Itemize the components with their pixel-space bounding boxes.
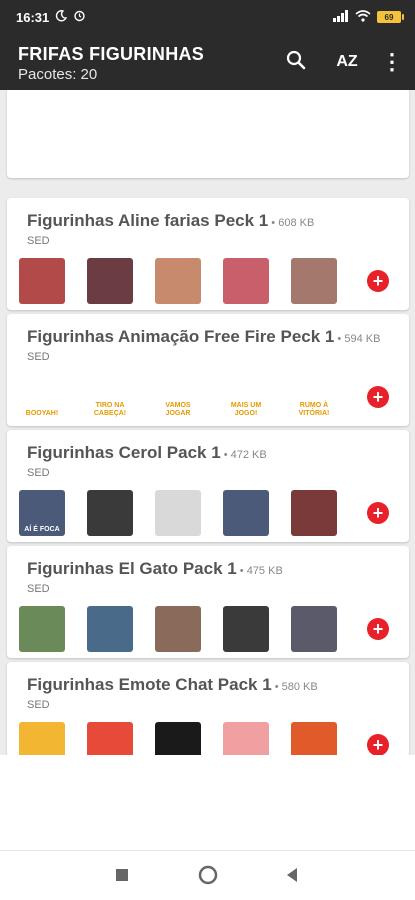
home-button[interactable]	[194, 863, 222, 891]
pack-author: SED	[27, 235, 50, 247]
sticker-preview-row: AÍ É FOCA	[19, 490, 359, 536]
pack-count: Pacotes: 20	[18, 66, 98, 83]
pack-size: • 608 KB	[268, 217, 315, 229]
sticker-thumbnail[interactable]	[155, 606, 201, 652]
sticker-thumbnail[interactable]	[87, 606, 133, 652]
sticker-thumbnail[interactable]: RUMO À VITÓRIA!	[291, 374, 337, 420]
alarm-icon	[73, 9, 86, 25]
wifi-icon	[355, 9, 371, 25]
sticker-thumbnail[interactable]	[291, 490, 337, 536]
sticker-caption: MAIS UM JOGO!	[230, 402, 262, 417]
sticker-thumbnail[interactable]	[291, 606, 337, 652]
back-button[interactable]	[278, 863, 306, 891]
sort-az-button[interactable]: AZ	[329, 44, 365, 80]
sticker-preview-row	[19, 722, 359, 755]
search-icon	[286, 50, 306, 75]
pack-size: • 594 KB	[334, 333, 381, 345]
sticker-pack-card[interactable]: Figurinhas Aline farias Peck 1 • 608 KB S…	[7, 198, 409, 310]
sticker-pack-card[interactable]: Figurinhas Cerol Pack 1 • 472 KB SED AÍ É …	[7, 430, 409, 542]
sticker-thumbnail[interactable]: BOOYAH!	[19, 374, 65, 420]
sticker-thumbnail[interactable]	[155, 258, 201, 304]
signal-icon	[333, 9, 349, 25]
sticker-caption: TIRO NA CABEÇA!	[93, 402, 127, 417]
pack-name: Figurinhas Aline farias Peck 1 • 608 KB	[27, 211, 314, 231]
sticker-thumbnail[interactable]	[223, 258, 269, 304]
navigation-bar	[0, 850, 415, 900]
sticker-preview-row: BOOYAH! TIRO NA CABEÇA! VAMOS JOGAR MAIS UM…	[19, 374, 359, 420]
sticker-thumbnail[interactable]: VAMOS JOGAR	[155, 374, 201, 420]
more-options-icon[interactable]: ⋮	[374, 44, 410, 80]
pack-size: • 580 KB	[271, 681, 318, 693]
square-icon	[115, 868, 129, 887]
sticker-thumbnail[interactable]	[155, 490, 201, 536]
circle-icon	[198, 865, 218, 890]
add-to-whatsapp-button[interactable]: +	[367, 270, 389, 292]
pack-name: Figurinhas El Gato Pack 1 • 475 KB	[27, 559, 283, 579]
pack-title: Figurinhas Animação Free Fire Peck 1	[27, 327, 335, 346]
app-title: FRIFAS FIGURINHAS	[18, 44, 205, 64]
moon-icon	[55, 9, 68, 25]
add-to-whatsapp-button[interactable]: +	[367, 734, 389, 755]
app-bar: FRIFAS FIGURINHAS Pacotes: 20 AZ ⋮	[0, 34, 415, 90]
search-button[interactable]	[278, 44, 314, 80]
sticker-pack-card[interactable]: Figurinhas El Gato Pack 1 • 475 KB SED +	[7, 546, 409, 658]
sticker-thumbnail[interactable]	[19, 606, 65, 652]
sticker-thumbnail[interactable]	[19, 722, 65, 755]
sticker-caption: BOOYAH!	[25, 410, 59, 417]
pack-size: • 472 KB	[220, 449, 267, 461]
sticker-thumbnail[interactable]	[223, 606, 269, 652]
add-to-whatsapp-button[interactable]: +	[367, 618, 389, 640]
sticker-thumbnail[interactable]: MAIS UM JOGO!	[223, 374, 269, 420]
sticker-thumbnail[interactable]: TIRO NA CABEÇA!	[87, 374, 133, 420]
status-time: 16:31	[16, 9, 50, 25]
sticker-thumbnail[interactable]: AÍ É FOCA	[19, 490, 65, 536]
add-to-whatsapp-button[interactable]: +	[367, 502, 389, 524]
add-to-whatsapp-button[interactable]: +	[367, 386, 389, 408]
pack-size: • 475 KB	[236, 565, 283, 577]
footer-area	[0, 755, 415, 850]
pack-name: Figurinhas Cerol Pack 1 • 472 KB	[27, 443, 267, 463]
pack-title: Figurinhas Emote Chat Pack 1	[27, 675, 272, 694]
sticker-thumbnail[interactable]	[87, 722, 133, 755]
recents-button[interactable]	[108, 863, 136, 891]
pack-title: Figurinhas Aline farias Peck 1	[27, 211, 269, 230]
sticker-thumbnail[interactable]	[223, 490, 269, 536]
sticker-preview-row	[19, 258, 359, 304]
pack-title: Figurinhas Cerol Pack 1	[27, 443, 221, 462]
back-triangle-icon	[285, 867, 299, 888]
sticker-thumbnail[interactable]	[87, 490, 133, 536]
pack-author: SED	[27, 583, 50, 595]
sticker-thumbnail[interactable]	[155, 722, 201, 755]
pack-author: SED	[27, 467, 50, 479]
sticker-caption: VAMOS JOGAR	[165, 402, 191, 417]
sticker-thumbnail[interactable]	[19, 258, 65, 304]
status-bar: 16:31 69	[0, 0, 415, 34]
sticker-thumbnail[interactable]	[291, 258, 337, 304]
pack-name: Figurinhas Emote Chat Pack 1 • 580 KB	[27, 675, 318, 695]
sticker-caption: RUMO À VITÓRIA!	[298, 402, 330, 417]
sticker-thumbnail[interactable]	[223, 722, 269, 755]
sticker-caption: AÍ É FOCA	[24, 526, 60, 533]
ad-banner	[7, 90, 409, 178]
pack-author: SED	[27, 699, 50, 711]
pack-name: Figurinhas Animação Free Fire Peck 1 • 5…	[27, 327, 380, 347]
pack-title: Figurinhas El Gato Pack 1	[27, 559, 237, 578]
sticker-pack-card[interactable]: Figurinhas Animação Free Fire Peck 1 • 5…	[7, 314, 409, 426]
pack-author: SED	[27, 351, 50, 363]
sticker-thumbnail[interactable]	[291, 722, 337, 755]
battery-icon: 69	[377, 11, 404, 23]
pack-list[interactable]: Figurinhas Aline farias Peck 1 • 608 KB S…	[0, 90, 415, 755]
sticker-pack-card[interactable]: Figurinhas Emote Chat Pack 1 • 580 KB SED…	[7, 662, 409, 755]
sticker-preview-row	[19, 606, 359, 652]
sticker-thumbnail[interactable]	[87, 258, 133, 304]
